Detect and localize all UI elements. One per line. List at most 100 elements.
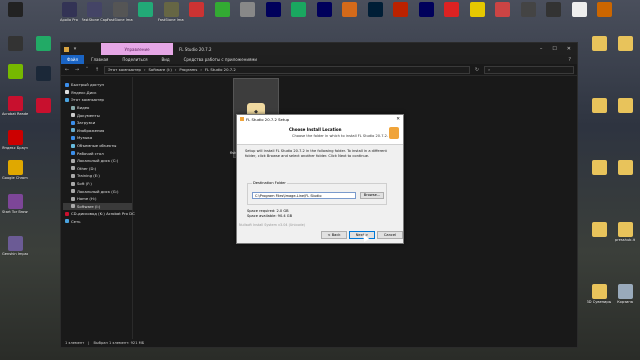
nav-item[interactable]: Быстрый доступ	[63, 81, 132, 89]
nav-item[interactable]: Software (I:)	[63, 202, 132, 211]
eye-icon	[7, 2, 23, 17]
tab-share[interactable]: Поделиться	[115, 57, 154, 62]
desktop-shortcut[interactable]: FastStone Image	[107, 2, 133, 22]
desktop-shortcut[interactable]: Genshin Impact	[2, 236, 28, 256]
desktop-shortcut[interactable]	[311, 2, 337, 18]
desktop-shortcut[interactable]	[362, 2, 388, 18]
desktop-shortcut[interactable]	[337, 2, 363, 18]
browse-button[interactable]: Browse...	[360, 191, 384, 199]
desktop-shortcut[interactable]	[612, 98, 638, 114]
desktop-shortcut[interactable]	[515, 2, 541, 18]
desktop-shortcut[interactable]	[235, 2, 261, 18]
nav-item[interactable]: Яндекс.Диск	[63, 89, 132, 97]
fl-studio-icon	[240, 117, 244, 121]
back-button[interactable]: < Back	[321, 231, 347, 239]
folder-icon	[591, 98, 607, 113]
nav-item[interactable]: Сеть	[63, 218, 132, 226]
minimize-icon[interactable]: –	[540, 46, 543, 52]
breadcrumb-item[interactable]: Programs	[179, 67, 197, 72]
tab-view[interactable]: Вид	[154, 57, 176, 62]
nav-item[interactable]: Soft (F:)	[63, 180, 132, 188]
desktop-shortcut[interactable]	[541, 2, 567, 18]
desktop-shortcut[interactable]	[490, 2, 516, 18]
up-arrow-icon[interactable]: ↑	[94, 67, 100, 73]
nav-item[interactable]: CD-дисковод (K:) Acrobat Pro DC	[63, 210, 135, 218]
nav-item[interactable]: Other (D:)	[63, 165, 132, 173]
desktop-shortcut[interactable]	[464, 2, 490, 18]
nav-item[interactable]: Загрузки	[63, 119, 132, 127]
nav-item[interactable]: Документы	[63, 111, 132, 119]
desktop-shortcut[interactable]: Acrobat Reader	[2, 96, 28, 116]
desktop-shortcut[interactable]	[184, 2, 210, 18]
nav-item-icon	[71, 158, 75, 163]
forward-arrow-icon[interactable]: →	[74, 67, 80, 73]
nav-item[interactable]: Рабочий стол	[63, 149, 132, 157]
breadcrumb-item[interactable]: FL Studio 20.7.2	[205, 67, 236, 72]
desktop-shortcut[interactable]	[586, 222, 612, 238]
nav-item-icon	[71, 143, 75, 148]
desktop-shortcut[interactable]	[2, 2, 28, 18]
tab-file[interactable]: Файл	[61, 55, 85, 64]
nav-item[interactable]: Музыка	[63, 134, 132, 142]
desktop-shortcut[interactable]: Корзина	[612, 284, 638, 304]
desktop-shortcut[interactable]	[209, 2, 235, 18]
desktop-shortcut[interactable]	[612, 160, 638, 176]
desktop-shortcut[interactable]: 3D Сувениры	[586, 284, 612, 304]
nav-item[interactable]: Видео	[63, 104, 132, 112]
nav-item[interactable]: Локальный диск (G:)	[63, 187, 132, 195]
desktop-shortcut[interactable]	[30, 98, 56, 114]
nav-item-label: Сеть	[71, 218, 81, 224]
desktop-shortcut[interactable]	[388, 2, 414, 18]
maximize-icon[interactable]: ☐	[552, 46, 556, 52]
desktop-shortcut[interactable]: Google Chrome	[2, 160, 28, 180]
nav-item[interactable]: Home (H:)	[63, 195, 132, 203]
desktop-shortcut[interactable]	[586, 98, 612, 114]
desktop-shortcut[interactable]: Apollo Pro	[56, 2, 82, 22]
nav-item[interactable]: Изображения	[63, 127, 132, 135]
tab-manage[interactable]: Управление	[101, 43, 173, 55]
app-icon	[571, 2, 587, 17]
desktop-shortcut[interactable]: FastStone Image	[158, 2, 184, 22]
desktop-shortcut[interactable]: presshub.it	[612, 222, 638, 242]
nav-item[interactable]: Этот компьютер	[63, 96, 132, 104]
desktop-shortcut[interactable]	[586, 160, 612, 176]
desktop-shortcut[interactable]	[566, 2, 592, 18]
refresh-icon[interactable]: ↻	[474, 67, 480, 73]
nav-item[interactable]: Объемные объекты	[63, 142, 132, 150]
desktop-shortcut[interactable]	[592, 2, 618, 18]
address-bar[interactable]: Этот компьютер › Software (I:) › Program…	[104, 65, 470, 74]
app-icon	[240, 2, 255, 17]
desktop-shortcut[interactable]	[413, 2, 439, 18]
desktop-shortcut[interactable]	[286, 2, 312, 18]
desktop-shortcut[interactable]	[30, 36, 56, 52]
desktop-shortcut[interactable]	[260, 2, 286, 18]
recent-dropdown-icon[interactable]: ˅	[84, 67, 90, 73]
desktop-shortcut[interactable]	[612, 36, 638, 52]
back-arrow-icon[interactable]: ←	[64, 67, 70, 73]
desktop-shortcut[interactable]: FastStone Capture	[82, 2, 108, 22]
tab-home[interactable]: Главная	[84, 57, 115, 62]
dialog-titlebar[interactable]: FL Studio 20.7.2 Setup ✕	[237, 115, 403, 123]
explorer-titlebar[interactable]: ▾ Управление FL Studio 20.7.2 – ☐ ✕	[61, 43, 577, 55]
nav-item-label: Software (I:)	[77, 203, 101, 209]
close-icon[interactable]: ✕	[567, 46, 571, 52]
breadcrumb-item[interactable]: Этот компьютер	[108, 67, 141, 72]
destination-folder-input[interactable]: C:\Program Files\Image-Line\FL Studio	[252, 192, 356, 199]
desktop-shortcut[interactable]: Яндекс Браузер	[2, 130, 28, 150]
cancel-button[interactable]: Cancel	[377, 231, 403, 239]
desktop-shortcut[interactable]: Start Tor Browser	[2, 194, 28, 214]
desktop-shortcut[interactable]	[30, 66, 56, 82]
desktop-shortcut[interactable]	[2, 36, 28, 52]
breadcrumb-item[interactable]: Software (I:)	[149, 67, 172, 72]
nav-item[interactable]: Локальный диск (C:)	[63, 157, 132, 165]
search-input[interactable]: ⌕	[484, 65, 574, 74]
help-icon[interactable]: ?	[568, 57, 577, 63]
dropdown-icon[interactable]: ▾	[72, 46, 78, 52]
desktop-shortcut[interactable]	[439, 2, 465, 18]
desktop-shortcut[interactable]	[2, 64, 28, 80]
nav-item[interactable]: Training (E:)	[63, 172, 132, 180]
desktop-shortcut[interactable]	[133, 2, 159, 18]
desktop-shortcut[interactable]	[586, 36, 612, 52]
close-icon[interactable]: ✕	[396, 117, 403, 122]
tab-app-tools[interactable]: Средства работы с приложениями	[177, 57, 264, 62]
